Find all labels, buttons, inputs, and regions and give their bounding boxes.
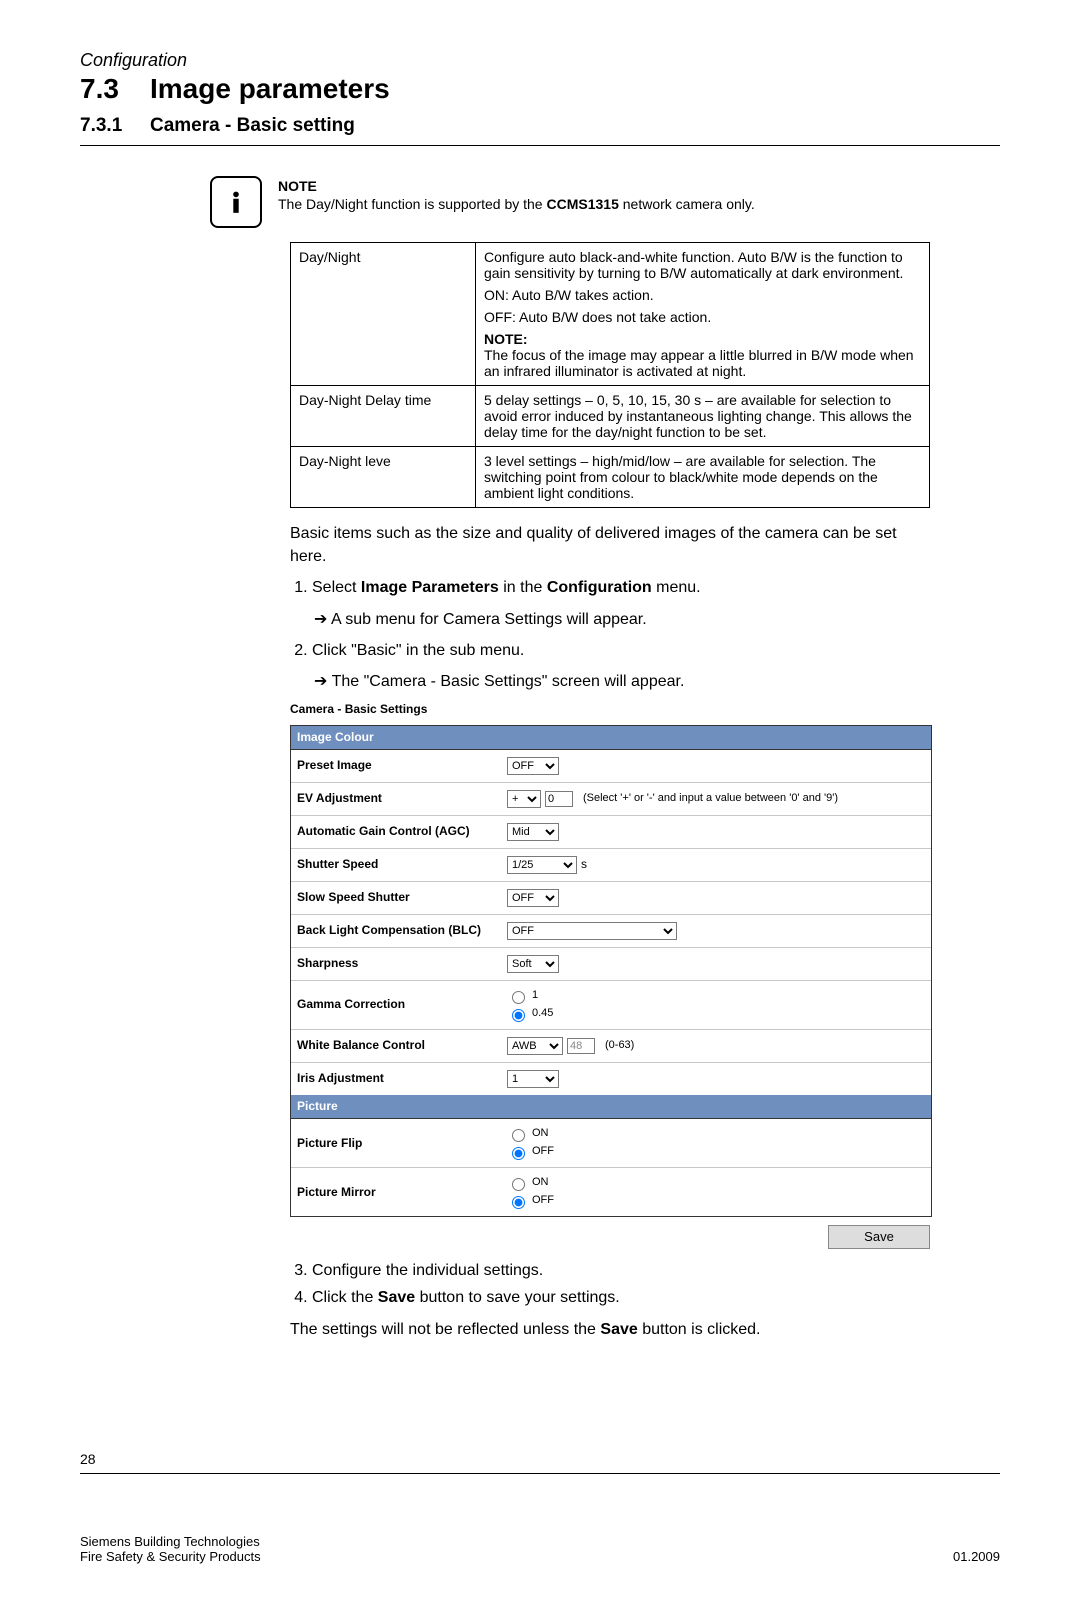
setting-label: Picture Flip (297, 1135, 507, 1152)
subsection-heading: 7.3.1 Camera - Basic setting (80, 115, 1000, 137)
select-shutter-speed[interactable]: 1/25 (507, 856, 577, 874)
setting-row: Gamma Correction10.45 (291, 981, 931, 1030)
setting-label: Back Light Compensation (BLC) (297, 922, 507, 939)
note-label: NOTE (278, 178, 755, 194)
select-slow-speed-shutter[interactable]: OFF (507, 889, 559, 907)
section-title: Image parameters (150, 73, 390, 105)
radio-gamma-correction-1[interactable] (512, 991, 525, 1004)
select-ev-sign[interactable]: + (507, 790, 541, 808)
footer-left: Siemens Building Technologies Fire Safet… (80, 1534, 261, 1564)
setting-label: Picture Mirror (297, 1184, 507, 1201)
image-colour-header: Image Colour (291, 726, 931, 750)
closing-text: The settings will not be reflected unles… (290, 1318, 930, 1341)
setting-row: Back Light Compensation (BLC)OFF (291, 915, 931, 948)
note-body: NOTE The Day/Night function is supported… (278, 176, 755, 228)
wb-hint: (0-63) (605, 1038, 634, 1054)
table-row-name: Day-Night leve (291, 447, 476, 508)
description-table: Day/NightConfigure auto black-and-white … (290, 242, 930, 508)
table-row-desc: 5 delay settings – 0, 5, 10, 15, 30 s – … (476, 386, 930, 447)
setting-label: Sharpness (297, 955, 507, 972)
setting-row: SharpnessSoft (291, 948, 931, 981)
breadcrumb: Configuration (80, 50, 1000, 71)
input-ev-value[interactable] (545, 791, 573, 807)
setting-row: Preset ImageOFF (291, 750, 931, 783)
step-item: Click "Basic" in the sub menu. (312, 639, 930, 662)
divider (80, 145, 1000, 146)
setting-label: Shutter Speed (297, 856, 507, 873)
table-row-name: Day-Night Delay time (291, 386, 476, 447)
radio-gamma-correction-0.45[interactable] (512, 1009, 525, 1022)
setting-row: Iris Adjustment1 (291, 1063, 931, 1095)
table-row-desc: Configure auto black-and-white function.… (476, 243, 930, 386)
setting-label: Gamma Correction (297, 996, 507, 1013)
intro-text: Basic items such as the size and quality… (290, 522, 930, 568)
subsection-number: 7.3.1 (80, 115, 150, 137)
step-item: Configure the individual settings. (312, 1259, 930, 1282)
note-text: The Day/Night function is supported by t… (278, 196, 755, 212)
picture-header: Picture (291, 1095, 931, 1119)
radio-picture-flip-off[interactable] (512, 1147, 525, 1160)
table-row-name: Day/Night (291, 243, 476, 386)
select-back-light-compensation-blc-[interactable]: OFF (507, 922, 677, 940)
panel-title: Camera - Basic Settings (290, 701, 930, 718)
step-item: Select Image Parameters in the Configura… (312, 576, 930, 599)
steps-list-a: Select Image Parameters in the Configura… (290, 576, 930, 599)
page-number: 28 (80, 1451, 1000, 1467)
select-preset-image[interactable]: OFF (507, 757, 559, 775)
input-wb-value[interactable] (567, 1038, 595, 1054)
setting-label: Slow Speed Shutter (297, 889, 507, 906)
setting-row: White Balance ControlAWB (0-63) (291, 1030, 931, 1063)
setting-row: Shutter Speed1/25s (291, 849, 931, 882)
table-row-desc: 3 level settings – high/mid/low – are av… (476, 447, 930, 508)
setting-row: Slow Speed ShutterOFF (291, 882, 931, 915)
setting-row: Picture FlipONOFF (291, 1119, 931, 1168)
setting-row: Automatic Gain Control (AGC)Mid (291, 816, 931, 849)
setting-row: EV Adjustment+ (Select '+' or '-' and inp… (291, 783, 931, 816)
step-item: Click the Save button to save your setti… (312, 1286, 930, 1309)
setting-row: Picture MirrorONOFF (291, 1168, 931, 1216)
select-iris-adjustment[interactable]: 1 (507, 1070, 559, 1088)
settings-panel: Image Colour Preset ImageOFFEV Adjustmen… (290, 725, 932, 1218)
radio-picture-flip-on[interactable] (512, 1129, 525, 1142)
select-white-balance[interactable]: AWB (507, 1037, 563, 1055)
setting-label: Automatic Gain Control (AGC) (297, 823, 507, 840)
footer-right: 01.2009 (953, 1549, 1000, 1564)
section-heading: 7.3 Image parameters (80, 73, 1000, 105)
result-arrow: The "Camera - Basic Settings" screen wil… (314, 670, 930, 693)
steps-list-b: Configure the individual settings. Click … (290, 1259, 930, 1309)
subsection-title: Camera - Basic setting (150, 115, 355, 137)
setting-label: Preset Image (297, 757, 507, 774)
setting-label: White Balance Control (297, 1037, 507, 1054)
setting-label: EV Adjustment (297, 790, 507, 807)
select-sharpness[interactable]: Soft (507, 955, 559, 973)
setting-label: Iris Adjustment (297, 1070, 507, 1087)
section-number: 7.3 (80, 73, 150, 105)
ev-hint: (Select '+' or '-' and input a value bet… (583, 791, 838, 807)
radio-picture-mirror-off[interactable] (512, 1196, 525, 1209)
select-automatic-gain-control-agc-[interactable]: Mid (507, 823, 559, 841)
save-button[interactable]: Save (828, 1225, 930, 1249)
info-icon (210, 176, 262, 228)
radio-picture-mirror-on[interactable] (512, 1178, 525, 1191)
result-arrow: A sub menu for Camera Settings will appe… (314, 608, 930, 631)
